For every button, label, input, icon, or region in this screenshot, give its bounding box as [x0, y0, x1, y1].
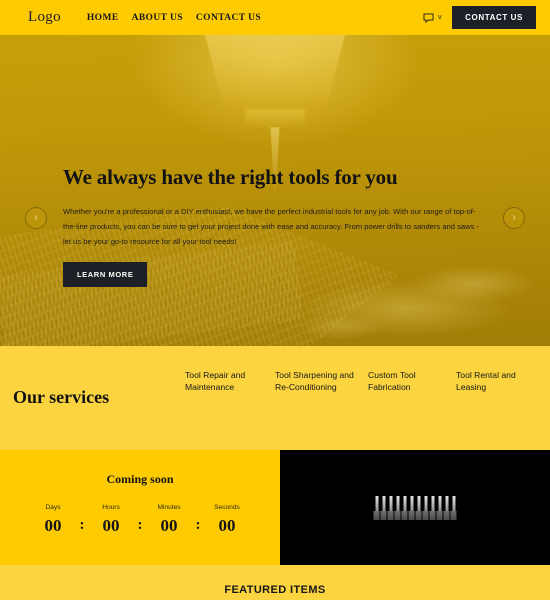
site-header: Logo HOME ABOUT US CONTACT US ˅ CONTACT …	[0, 0, 550, 35]
countdown-label-days: Days	[45, 504, 61, 511]
hero-content: We always have the right tools for you W…	[63, 165, 488, 288]
bit-8	[422, 495, 429, 520]
header-actions: ˅ CONTACT US	[423, 6, 536, 29]
contact-us-button[interactable]: CONTACT US	[452, 6, 536, 29]
chat-bubble-icon	[423, 13, 434, 23]
carousel-next-button[interactable]: ›	[503, 207, 525, 229]
bit-5	[401, 495, 408, 520]
screwdriver-bits-image	[373, 495, 457, 520]
countdown-timer: Days 00 : Hours 00 : Minutes 00 : Second…	[31, 504, 249, 534]
landing-page: Logo HOME ABOUT US CONTACT US ˅ CONTACT …	[0, 0, 550, 600]
countdown-value-minutes: 00	[160, 516, 178, 535]
countdown-value-days: 00	[44, 516, 62, 535]
countdown-unit-days: Days 00	[31, 504, 75, 534]
bit-10	[436, 495, 443, 520]
site-logo[interactable]: Logo	[28, 9, 61, 26]
carousel-prev-button[interactable]: ‹	[25, 207, 47, 229]
countdown-section: Coming soon Days 00 : Hours 00 : Minutes…	[0, 450, 550, 565]
services-section: Our services Tool Repair and Maintenance…	[0, 346, 550, 450]
countdown-value-hours: 00	[102, 516, 120, 535]
nav-item-about-us[interactable]: ABOUT US	[132, 13, 183, 23]
main-navigation: HOME ABOUT US CONTACT US	[87, 13, 261, 23]
bit-2	[380, 495, 387, 520]
service-item-tool-rental[interactable]: Tool Rental and Leasing	[456, 370, 546, 394]
bit-3	[387, 495, 394, 520]
bit-4	[394, 495, 401, 520]
service-item-tool-sharpening[interactable]: Tool Sharpening and Re-Conditioning	[275, 370, 368, 394]
countdown-label-hours: Hours	[102, 504, 120, 511]
chevron-down-icon: ˅	[437, 12, 443, 22]
chevron-left-icon: ‹	[34, 212, 38, 223]
bit-1	[373, 495, 380, 520]
service-item-custom-fabrication[interactable]: Custom Tool Fabrication	[368, 370, 456, 394]
coming-soon-heading: Coming soon	[106, 472, 174, 486]
countdown-panel: Coming soon Days 00 : Hours 00 : Minutes…	[0, 450, 280, 565]
bit-9	[429, 495, 436, 520]
language-selector[interactable]: ˅	[423, 13, 442, 23]
bit-12	[450, 495, 457, 520]
bit-11	[443, 495, 450, 520]
learn-more-button[interactable]: LEARN MORE	[63, 262, 148, 288]
countdown-unit-minutes: Minutes 00	[147, 504, 191, 534]
countdown-separator-1: :	[79, 517, 85, 533]
featured-items-section: FEATURED ITEMS	[0, 565, 550, 600]
nav-item-home[interactable]: HOME	[87, 13, 119, 23]
countdown-separator-3: :	[195, 517, 201, 533]
countdown-unit-seconds: Seconds 00	[205, 504, 249, 534]
services-heading: Our services	[13, 387, 110, 407]
bit-7	[415, 495, 422, 520]
featured-items-heading: FEATURED ITEMS	[224, 584, 326, 596]
countdown-label-minutes: Minutes	[157, 504, 181, 511]
nav-item-contact-us[interactable]: CONTACT US	[196, 13, 261, 23]
hero-paragraph: Whether you're a professional or a DIY e…	[63, 207, 480, 246]
promo-image-panel	[280, 450, 550, 565]
countdown-value-seconds: 00	[218, 516, 236, 535]
hero-title: We always have the right tools for you	[63, 165, 398, 189]
services-list: Tool Repair and Maintenance Tool Sharpen…	[185, 370, 550, 394]
bit-6	[408, 495, 415, 520]
countdown-label-seconds: Seconds	[214, 504, 240, 511]
service-item-tool-repair[interactable]: Tool Repair and Maintenance	[185, 370, 275, 394]
hero-carousel: We always have the right tools for you W…	[0, 35, 550, 346]
countdown-separator-2: :	[137, 517, 143, 533]
chevron-right-icon: ›	[512, 212, 516, 223]
countdown-unit-hours: Hours 00	[89, 504, 133, 534]
